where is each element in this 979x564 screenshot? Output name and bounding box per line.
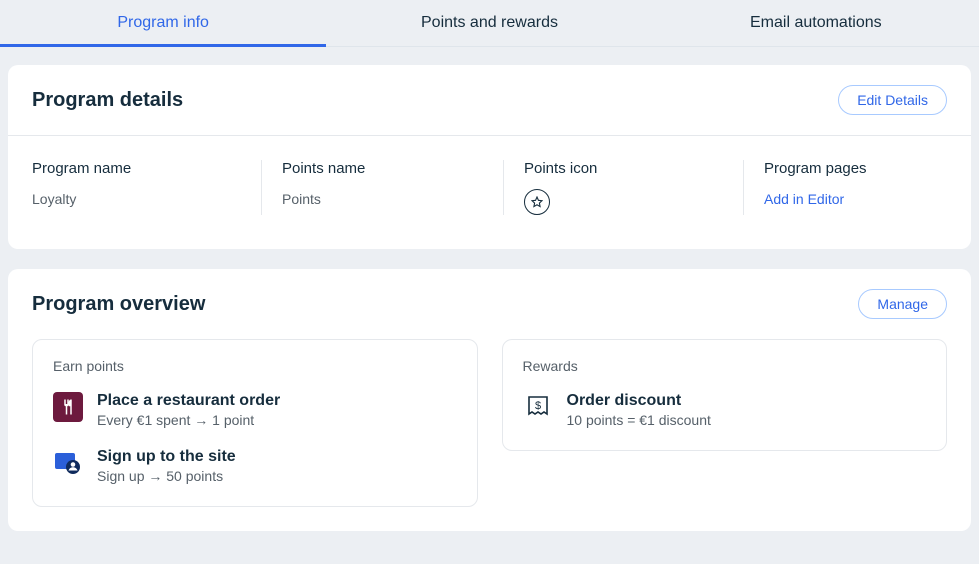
discount-icon: $ bbox=[523, 392, 553, 422]
program-overview-title: Program overview bbox=[32, 293, 205, 316]
earn-points-panel: Earn points Place a restaurant order Eve… bbox=[32, 339, 478, 507]
overview-body: Earn points Place a restaurant order Eve… bbox=[8, 339, 971, 531]
program-details-title: Program details bbox=[32, 89, 183, 112]
list-item: $ Order discount 10 points = €1 discount bbox=[523, 392, 927, 428]
program-details-grid: Program name Loyalty Points name Points … bbox=[8, 136, 971, 249]
list-item: Sign up to the site Sign up → 50 points bbox=[53, 448, 457, 484]
signup-icon bbox=[53, 448, 83, 478]
points-icon-label: Points icon bbox=[524, 160, 723, 177]
edit-details-button[interactable]: Edit Details bbox=[838, 85, 947, 115]
program-name-col: Program name Loyalty bbox=[32, 160, 262, 215]
program-overview-card: Program overview Manage Earn points Plac… bbox=[8, 269, 971, 531]
svg-text:$: $ bbox=[534, 400, 540, 412]
content: Program details Edit Details Program nam… bbox=[0, 47, 979, 531]
item-sub: Sign up → 50 points bbox=[97, 468, 236, 484]
program-details-card: Program details Edit Details Program nam… bbox=[8, 65, 971, 249]
item-text: Order discount 10 points = €1 discount bbox=[567, 392, 711, 428]
rewards-title: Rewards bbox=[523, 358, 927, 374]
program-name-label: Program name bbox=[32, 160, 241, 177]
item-text: Place a restaurant order Every €1 spent … bbox=[97, 392, 280, 428]
points-name-value: Points bbox=[282, 191, 483, 207]
rewards-panel: Rewards $ Order discount 10 points = €1 … bbox=[502, 339, 948, 451]
restaurant-icon bbox=[53, 392, 83, 422]
item-title: Sign up to the site bbox=[97, 448, 236, 466]
points-name-label: Points name bbox=[282, 160, 483, 177]
tab-program-info[interactable]: Program info bbox=[0, 0, 326, 46]
program-pages-label: Program pages bbox=[764, 160, 927, 177]
tabs: Program info Points and rewards Email au… bbox=[0, 0, 979, 47]
program-name-value: Loyalty bbox=[32, 191, 241, 207]
manage-button[interactable]: Manage bbox=[858, 289, 947, 319]
add-in-editor-link[interactable]: Add in Editor bbox=[764, 191, 927, 207]
item-sub: Every €1 spent → 1 point bbox=[97, 412, 280, 428]
item-title: Place a restaurant order bbox=[97, 392, 280, 410]
program-overview-header: Program overview Manage bbox=[8, 269, 971, 339]
star-icon bbox=[524, 189, 550, 215]
item-title: Order discount bbox=[567, 392, 711, 410]
points-name-col: Points name Points bbox=[262, 160, 504, 215]
earn-points-title: Earn points bbox=[53, 358, 457, 374]
item-sub: 10 points = €1 discount bbox=[567, 412, 711, 428]
item-text: Sign up to the site Sign up → 50 points bbox=[97, 448, 236, 484]
tab-points-and-rewards[interactable]: Points and rewards bbox=[326, 0, 652, 46]
list-item: Place a restaurant order Every €1 spent … bbox=[53, 392, 457, 428]
tab-email-automations[interactable]: Email automations bbox=[653, 0, 979, 46]
points-icon-col: Points icon bbox=[504, 160, 744, 215]
program-pages-col: Program pages Add in Editor bbox=[744, 160, 947, 215]
program-details-header: Program details Edit Details bbox=[8, 65, 971, 135]
